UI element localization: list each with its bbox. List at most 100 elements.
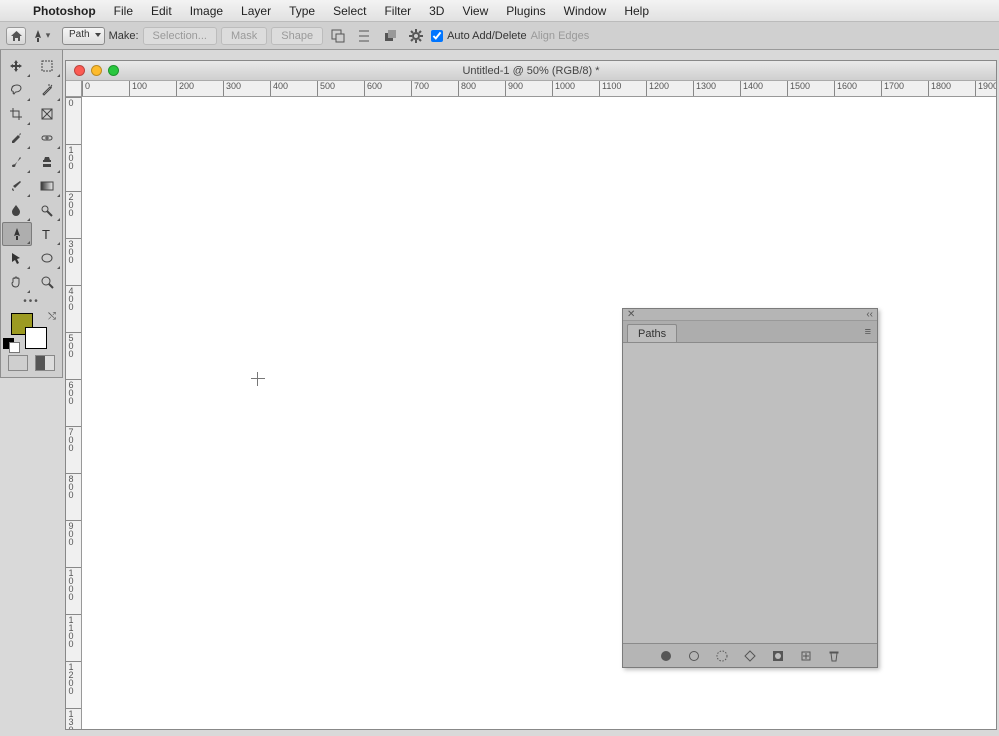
ruler-tick: 1000	[552, 81, 575, 97]
menu-view[interactable]: View	[453, 0, 497, 22]
move-tool[interactable]	[2, 54, 31, 78]
path-arrangement-icon[interactable]	[379, 26, 401, 46]
ruler-tick: 1100	[599, 81, 621, 97]
pen-cursor-icon	[251, 372, 265, 386]
tool-preset-picker[interactable]: ▾	[30, 27, 52, 45]
panel-close-icon[interactable]: ✕	[627, 309, 635, 320]
vertical-ruler[interactable]: 0100200300400500600700800900100011001200…	[66, 97, 82, 729]
menu-image[interactable]: Image	[181, 0, 232, 22]
window-close-icon[interactable]	[74, 65, 85, 76]
stroke-path-icon[interactable]	[687, 649, 702, 663]
hand-tool[interactable]	[2, 270, 31, 294]
system-menubar: Photoshop File Edit Image Layer Type Sel…	[0, 0, 999, 22]
additional-options-gear-icon[interactable]	[405, 26, 427, 46]
window-minimize-icon[interactable]	[91, 65, 102, 76]
path-alignment-icon[interactable]	[353, 26, 375, 46]
menu-select[interactable]: Select	[324, 0, 375, 22]
ruler-tick: 500	[66, 332, 82, 358]
ruler-tick: 400	[270, 81, 288, 97]
menu-file[interactable]: File	[105, 0, 142, 22]
eyedropper-tool[interactable]	[2, 126, 31, 150]
shape-tool[interactable]	[33, 246, 62, 270]
tools-palette: T ••• ⤭	[0, 50, 63, 378]
make-label: Make:	[109, 30, 139, 42]
marquee-tool[interactable]	[33, 54, 62, 78]
document-titlebar[interactable]: Untitled-1 @ 50% (RGB/8) *	[66, 61, 996, 81]
ruler-tick: 200	[176, 81, 194, 97]
menu-window[interactable]: Window	[555, 0, 616, 22]
ruler-tick: 600	[364, 81, 382, 97]
tab-paths[interactable]: Paths	[627, 324, 677, 342]
ruler-tick: 1000	[66, 567, 82, 601]
brush-tool[interactable]	[2, 150, 31, 174]
horizontal-ruler[interactable]: 0100200300400500600700800900100011001200…	[82, 81, 996, 97]
dodge-tool[interactable]	[33, 198, 62, 222]
swap-colors-icon[interactable]: ⤭	[48, 311, 56, 322]
make-mask-button[interactable]: Mask	[221, 27, 267, 45]
zoom-tool[interactable]	[33, 270, 62, 294]
menu-3d[interactable]: 3D	[420, 0, 453, 22]
ruler-tick: 1700	[881, 81, 904, 97]
ruler-tick: 1900	[975, 81, 996, 97]
path-select-tool[interactable]	[2, 246, 31, 270]
ruler-tick: 100	[129, 81, 147, 97]
standard-mode-icon[interactable]	[8, 355, 28, 371]
lasso-tool[interactable]	[2, 78, 31, 102]
document-title: Untitled-1 @ 50% (RGB/8) *	[66, 65, 996, 77]
crop-tool[interactable]	[2, 102, 31, 126]
paths-list[interactable]	[623, 343, 877, 643]
ruler-tick: 800	[66, 473, 82, 499]
clone-stamp-tool[interactable]	[33, 150, 62, 174]
panel-menu-icon[interactable]: ≡	[865, 326, 871, 338]
healing-brush-tool[interactable]	[33, 126, 62, 150]
ruler-tick: 900	[66, 520, 82, 546]
menu-plugins[interactable]: Plugins	[497, 0, 554, 22]
history-brush-tool[interactable]	[2, 174, 31, 198]
ruler-tick: 700	[66, 426, 82, 452]
load-selection-icon[interactable]	[715, 649, 730, 663]
frame-tool[interactable]	[33, 102, 62, 126]
auto-add-delete-checkbox[interactable]: Auto Add/Delete	[431, 30, 527, 42]
menu-layer[interactable]: Layer	[232, 0, 280, 22]
blur-tool[interactable]	[2, 198, 31, 222]
ruler-tick: 300	[66, 238, 82, 264]
delete-path-icon[interactable]	[827, 649, 842, 663]
ruler-tick: 1800	[928, 81, 951, 97]
add-mask-icon[interactable]	[771, 649, 786, 663]
ruler-tick: 1200	[66, 661, 82, 695]
paths-panel-footer	[623, 643, 877, 667]
type-tool[interactable]: T	[34, 222, 62, 246]
app-name-menu[interactable]: Photoshop	[24, 0, 105, 22]
background-color[interactable]	[25, 327, 47, 349]
ruler-tick: 1600	[834, 81, 857, 97]
fill-path-icon[interactable]	[659, 649, 674, 663]
new-path-icon[interactable]	[799, 649, 814, 663]
home-button[interactable]	[6, 27, 26, 45]
make-workpath-icon[interactable]	[743, 649, 758, 663]
ruler-tick: 400	[66, 285, 82, 311]
magic-wand-tool[interactable]	[33, 78, 62, 102]
edit-toolbar-button[interactable]: •••	[1, 294, 62, 309]
panel-collapse-icon[interactable]: ‹‹	[866, 309, 873, 320]
ruler-tick: 700	[411, 81, 429, 97]
quick-mask-icon[interactable]	[35, 355, 55, 371]
ruler-tick: 800	[458, 81, 476, 97]
menu-help[interactable]: Help	[615, 0, 658, 22]
pen-tool[interactable]	[2, 222, 32, 246]
ruler-tick: 300	[223, 81, 241, 97]
menu-filter[interactable]: Filter	[375, 0, 420, 22]
path-operations-icon[interactable]	[327, 26, 349, 46]
window-zoom-icon[interactable]	[108, 65, 119, 76]
menu-edit[interactable]: Edit	[142, 0, 181, 22]
ruler-origin[interactable]	[66, 81, 82, 97]
menu-type[interactable]: Type	[280, 0, 324, 22]
ruler-tick: 1500	[787, 81, 810, 97]
ruler-tick: 900	[505, 81, 523, 97]
ruler-tick: 200	[66, 191, 82, 217]
pick-tool-mode-select[interactable]: Path	[62, 27, 105, 45]
paths-panel[interactable]: ✕ ‹‹ Paths ≡	[622, 308, 878, 668]
make-selection-button[interactable]: Selection...	[143, 27, 217, 45]
gradient-tool[interactable]	[33, 174, 62, 198]
make-shape-button[interactable]: Shape	[271, 27, 323, 45]
ruler-tick: 1400	[740, 81, 763, 97]
